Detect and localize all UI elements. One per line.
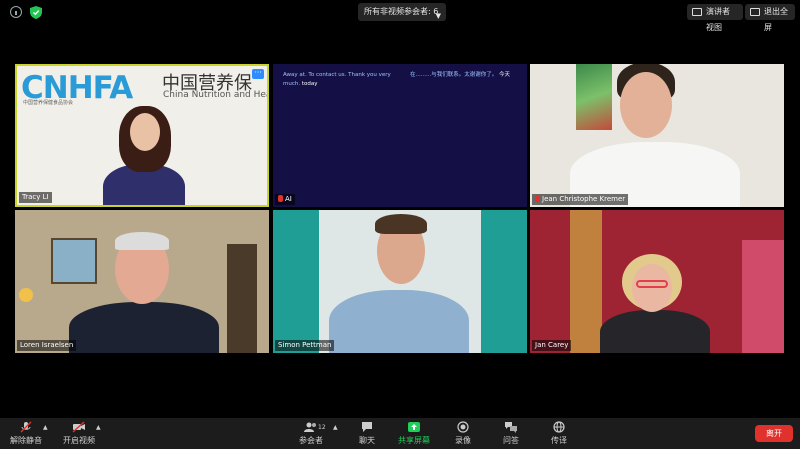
participant-hair xyxy=(115,232,169,250)
audio-options-caret[interactable]: ▲ xyxy=(43,424,48,431)
record-icon xyxy=(457,421,469,433)
participant-video xyxy=(600,310,710,353)
interpretation-button[interactable]: 传译 xyxy=(539,421,579,446)
shelf xyxy=(742,240,784,353)
qa-icon xyxy=(505,422,517,433)
chat-label: 聊天 xyxy=(359,436,375,445)
chat-icon xyxy=(362,422,372,432)
participants-label: 参会者 xyxy=(299,436,323,445)
muted-mic-icon xyxy=(535,195,540,202)
name-tag: Jan Carey xyxy=(532,340,572,351)
view-selector[interactable]: 所有非视频参会者: 6 ▼ xyxy=(358,3,446,21)
participant-name: Loren Israelsen xyxy=(20,341,74,349)
caption-english: Away at. To contact us. Thank you very m… xyxy=(283,71,393,89)
participant-name: Tracy LI xyxy=(22,193,49,201)
exit-fullscreen-label: 退出全屏 xyxy=(764,7,788,32)
participants-options-caret[interactable]: ▲ xyxy=(333,424,338,431)
name-tag: Loren Israelsen xyxy=(17,340,77,351)
lamp xyxy=(19,288,33,302)
participants-count: 12 xyxy=(318,424,326,431)
video-tile-simon-pettman[interactable]: Simon Pettman xyxy=(273,210,527,353)
video-tile-tracy-li[interactable]: CNHFA 中国营养保健食品协会 中国营养保 China Nutrition a… xyxy=(15,64,269,207)
banner-english: China Nutrition and Hea xyxy=(163,90,269,100)
participant-face xyxy=(632,264,672,312)
qa-button[interactable]: 问答 xyxy=(491,421,531,446)
chat-button[interactable]: 聊天 xyxy=(347,421,387,446)
qa-label: 问答 xyxy=(503,436,519,445)
caption-line: 在.........与我们联系。太谢谢你了。 xyxy=(410,72,498,78)
view-selector-label: 所有非视频参会者: 6 xyxy=(364,7,439,16)
participants-icon xyxy=(304,422,316,432)
speaker-view-button[interactable]: 演讲者视图 xyxy=(687,4,743,32)
name-tag: AI xyxy=(275,194,295,205)
share-screen-label: 共享屏幕 xyxy=(398,436,430,445)
participant-face xyxy=(620,72,672,138)
interpretation-label: 传译 xyxy=(551,436,567,445)
participant-face xyxy=(130,113,160,151)
meeting-toolbar: 解除静音 ▲ 开启视频 ▲ 参会者 12 ▲ 聊天 共享屏幕 录像 问答 传译 … xyxy=(0,418,800,449)
share-screen-icon xyxy=(408,422,420,432)
fullscreen-icon xyxy=(750,8,760,16)
leave-button[interactable]: 离开 xyxy=(755,425,793,442)
chevron-down-icon: ▼ xyxy=(435,12,441,20)
video-options-caret[interactable]: ▲ xyxy=(96,424,101,431)
wall-painting xyxy=(576,64,612,130)
record-button[interactable]: 录像 xyxy=(443,421,483,446)
record-label: 录像 xyxy=(455,436,471,445)
muted-mic-icon xyxy=(278,195,283,202)
muted-mic-icon xyxy=(20,421,32,433)
video-tile-ai[interactable]: Away at. To contact us. Thank you very m… xyxy=(273,64,527,207)
caption-current: 今天 xyxy=(499,72,511,78)
background-panel-left xyxy=(273,210,319,353)
video-tile-loren-israelsen[interactable]: Loren Israelsen xyxy=(15,210,269,353)
video-tile-jean-christophe-kremer[interactable]: Jean Christophe Kremer xyxy=(530,64,784,207)
share-screen-button[interactable]: 共享屏幕 xyxy=(394,421,434,446)
name-tag: Jean Christophe Kremer xyxy=(532,194,629,205)
caption-line: much. xyxy=(283,81,301,87)
participant-video xyxy=(69,302,219,353)
video-tile-jan-carey[interactable]: Jan Carey xyxy=(530,210,784,353)
caption-chinese: 在.........与我们联系。太谢谢你了。 今天 xyxy=(410,71,520,80)
participant-name: Jan Carey xyxy=(535,341,569,349)
participant-name: Simon Pettman xyxy=(278,341,332,349)
shield-icon[interactable] xyxy=(30,6,42,19)
caption-line: Away at. To contact us. Thank you very xyxy=(283,72,391,78)
caption-current: today xyxy=(301,81,318,87)
start-video-label: 开启视频 xyxy=(63,436,95,445)
top-bar: 所有非视频参会者: 6 ▼ 演讲者视图 退出全屏 xyxy=(0,0,800,32)
name-tag: Simon Pettman xyxy=(275,340,335,351)
doorway xyxy=(570,210,602,353)
video-off-icon xyxy=(72,421,85,433)
participant-name: Jean Christophe Kremer xyxy=(542,195,626,203)
doorway xyxy=(227,244,257,353)
unmute-label: 解除静音 xyxy=(10,436,42,445)
globe-icon xyxy=(553,421,565,433)
participant-name: AI xyxy=(285,195,292,203)
name-tag: Tracy LI xyxy=(19,192,52,203)
unmute-button[interactable]: 解除静音 xyxy=(6,421,46,446)
speaker-view-icon xyxy=(692,8,702,16)
more-options-button[interactable]: ··· xyxy=(252,69,264,79)
start-video-button[interactable]: 开启视频 xyxy=(59,421,99,446)
exit-fullscreen-button[interactable]: 退出全屏 xyxy=(745,4,795,32)
banner-subtitle: 中国营养保健食品协会 xyxy=(23,100,74,106)
background-panel-right xyxy=(481,210,527,353)
participant-hair xyxy=(375,214,427,234)
participant-video xyxy=(329,290,469,353)
info-icon[interactable] xyxy=(10,6,22,18)
speaker-view-label: 演讲者视图 xyxy=(706,7,730,32)
wall-painting xyxy=(51,238,97,284)
glasses xyxy=(636,280,668,288)
